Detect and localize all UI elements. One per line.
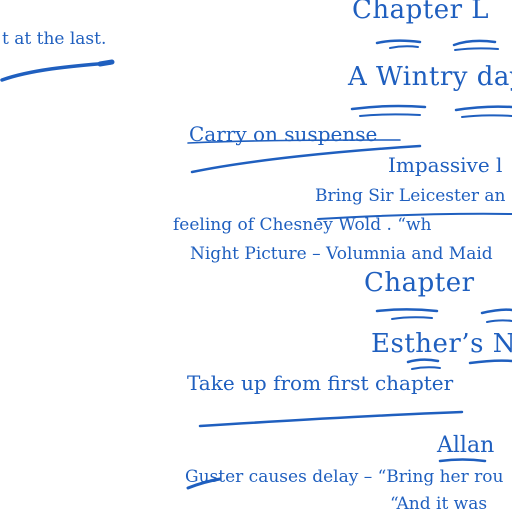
underline-chapter-2-3 (391, 316, 433, 320)
take-up-first-chapter: Take up from first chapter (187, 371, 454, 395)
chapter-heading-2: Chapter (364, 268, 475, 298)
dash-under-chapter-l-3 (389, 45, 419, 49)
underline-chapter-2-2 (480, 308, 512, 315)
chapter-l-heading: Chapter L (352, 0, 490, 25)
underline-wintry-1 (350, 104, 427, 111)
underline-last-line-tip (97, 59, 115, 67)
underline-wintry-2 (454, 105, 512, 112)
underline-wintry-3 (359, 113, 421, 117)
underline-esthers-2 (468, 359, 512, 365)
manuscript-page: Chapter L t at the last. A Wintry day Ca… (0, 0, 512, 512)
underline-chapter-2-4 (486, 319, 512, 323)
last-line-fragment: t at the last. (2, 29, 107, 49)
guster-line: Guster causes delay – “Bring her rou (185, 467, 504, 487)
allan-heading: Allan (437, 433, 495, 458)
underline-take-up (198, 410, 464, 428)
underline-last-line (0, 61, 112, 82)
bring-sir-leicester-line: Bring Sir Leicester an (315, 186, 506, 206)
chesney-wold-line: feeling of Chesney Wold . “wh (173, 215, 432, 235)
underline-esthers-1 (406, 358, 440, 364)
underline-allan-1 (438, 458, 487, 463)
dash-under-chapter-l-2 (452, 39, 497, 47)
wintry-day-heading: A Wintry day (348, 62, 512, 92)
underline-chapter-2-1 (375, 308, 439, 313)
carry-on-suspense: Carry on suspense (189, 122, 378, 146)
night-picture-line: Night Picture – Volumnia and Maid (190, 244, 493, 264)
underline-carry-on (190, 144, 422, 174)
and-it-was-line: “And it was (390, 494, 488, 512)
impassive-line: Impassive l (388, 153, 503, 177)
esthers-narrative-heading: Esther’s Na (371, 329, 512, 359)
underline-wintry-4 (461, 114, 512, 118)
dash-under-chapter-l-1 (375, 39, 422, 45)
dash-under-chapter-l-4 (454, 47, 499, 51)
underline-esthers-3 (411, 366, 441, 370)
